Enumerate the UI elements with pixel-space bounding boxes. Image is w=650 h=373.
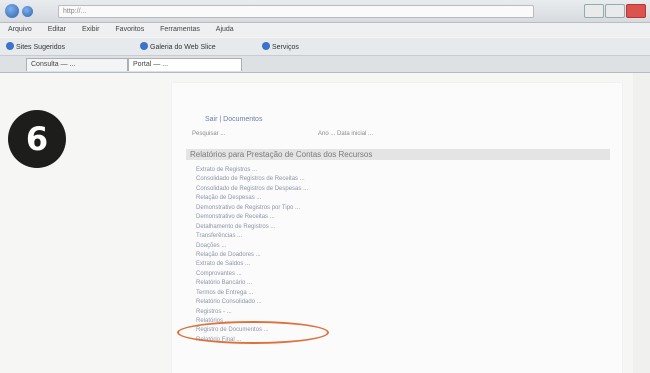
favorite-item[interactable]: Sites Sugeridos [6,42,65,52]
step-number-badge: 6 [8,110,66,168]
menu-item[interactable]: Arquivo [8,26,32,33]
report-link[interactable]: Detalhamento de Registros ... [196,223,308,232]
favorite-item[interactable]: Galeria do Web Slice [140,42,216,52]
report-link[interactable]: Relatório Bancário ... [196,279,308,288]
favorite-item[interactable]: Serviços [262,42,299,52]
filter-field[interactable]: Pesquisar ... [192,131,225,137]
maximize-icon[interactable] [605,4,625,18]
menu-item[interactable]: Exibir [82,26,100,33]
back-icon[interactable] [5,4,19,18]
menu-item[interactable]: Favoritos [115,26,144,33]
address-bar[interactable]: http://... [58,5,534,18]
report-link[interactable]: Consolidado de Registros de Despesas ... [196,185,308,194]
menu-bar: Arquivo Editar Exibir Favoritos Ferramen… [0,23,650,37]
highlight-circle [177,321,329,344]
menu-item[interactable]: Editar [48,26,66,33]
minimize-icon[interactable] [584,4,604,18]
section-title: Relatórios para Prestação de Contas dos … [186,149,610,160]
report-link[interactable]: Comprovantes ... [196,270,308,279]
report-link[interactable]: Extrato de Saldos ... [196,260,308,269]
report-link[interactable]: Termos de Entrega ... [196,289,308,298]
report-link[interactable]: Transferências ... [196,232,308,241]
browser-tab-active[interactable]: Portal — ... [128,58,242,71]
report-link[interactable]: Registros - ... [196,308,308,317]
star-icon [6,42,14,50]
menu-item[interactable]: Ferramentas [160,26,200,33]
web-slice-icon [262,42,270,50]
close-icon[interactable] [626,4,646,18]
browser-titlebar: http://... [0,0,650,23]
report-link[interactable]: Relatório Consolidado ... [196,298,308,307]
report-list: Extrato de Registros ... Consolidado de … [196,166,308,345]
web-slice-icon [140,42,148,50]
menu-item[interactable]: Ajuda [216,26,234,33]
favorites-bar: Sites Sugeridos Galeria do Web Slice Ser… [0,38,650,56]
scrollbar[interactable] [633,73,650,373]
report-link[interactable]: Relação de Doadores ... [196,251,308,260]
report-link[interactable]: Consolidado de Registros de Receitas ... [196,175,308,184]
filter-field[interactable]: Ano ... Data inicial ... [318,131,373,137]
forward-icon[interactable] [22,6,33,17]
report-link[interactable]: Doações ... [196,242,308,251]
page-nav-links[interactable]: Sair | Documentos [205,116,262,123]
report-link[interactable]: Extrato de Registros ... [196,166,308,175]
report-link[interactable]: Demonstrativo de Receitas ... [196,213,308,222]
tab-bar: Consulta — ... Portal — ... [0,56,650,73]
report-link[interactable]: Demonstrativo de Registros por Tipo ... [196,204,308,213]
report-link[interactable]: Relação de Despesas ... [196,194,308,203]
browser-tab[interactable]: Consulta — ... [26,58,128,71]
